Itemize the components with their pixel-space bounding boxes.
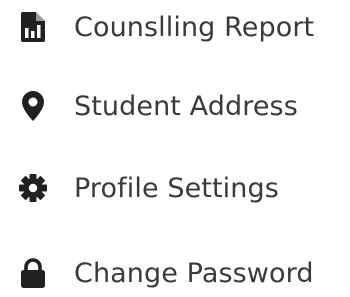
menu-item-label: Profile Settings (74, 172, 279, 204)
profile-menu: Counslling Report Student Address Profil… (0, 0, 350, 297)
map-pin-icon (19, 91, 47, 121)
menu-item-label: Counslling Report (74, 11, 315, 43)
menu-item-student-address[interactable]: Student Address (0, 80, 350, 132)
menu-item-label: Change Password (74, 257, 314, 289)
menu-item-counselling-report[interactable]: Counslling Report (0, 1, 350, 53)
lock-icon (19, 258, 47, 288)
menu-item-profile-settings[interactable]: Profile Settings (0, 162, 350, 214)
menu-item-label: Student Address (74, 90, 298, 122)
report-document-icon (19, 12, 47, 42)
gear-icon (19, 173, 47, 203)
menu-item-change-password[interactable]: Change Password (0, 247, 350, 297)
